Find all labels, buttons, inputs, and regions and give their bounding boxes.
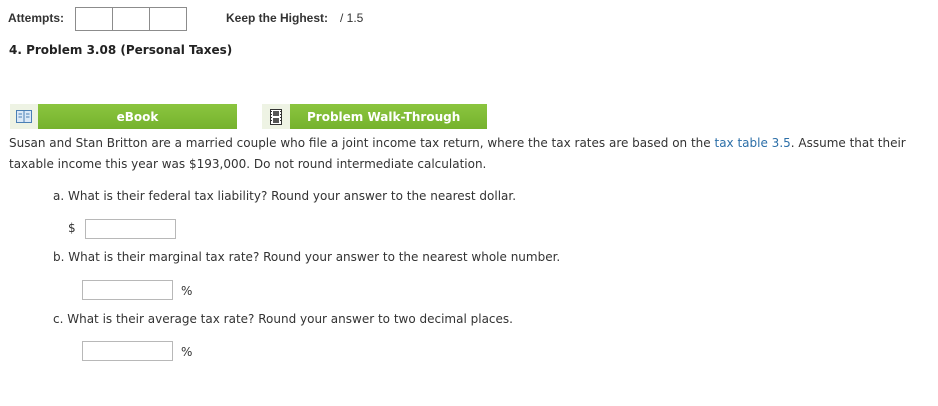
answer-b-input[interactable] <box>82 280 173 300</box>
attempt-box <box>149 7 187 31</box>
ebook-icon-button[interactable] <box>10 104 38 129</box>
tax-table-link[interactable]: tax table 3.5 <box>715 136 791 150</box>
dollar-prefix: $ <box>68 221 76 235</box>
attempt-box <box>112 7 150 31</box>
intro-text: Susan and Stan Britton are a married cou… <box>9 136 715 150</box>
problem-statement: Susan and Stan Britton are a married cou… <box>9 133 924 175</box>
film-icon <box>270 108 282 125</box>
question-b: b. What is their marginal tax rate? Roun… <box>53 250 561 264</box>
percent-suffix: % <box>181 284 193 298</box>
answer-a-input[interactable] <box>85 219 176 239</box>
walkthrough-button-label: Problem Walk-Through <box>307 109 461 124</box>
answer-c-input[interactable] <box>82 341 173 361</box>
book-icon <box>16 110 32 123</box>
attempt-box <box>75 7 113 31</box>
walkthrough-icon-button[interactable] <box>262 104 290 129</box>
walkthrough-button[interactable]: Problem Walk-Through <box>290 104 487 129</box>
question-c: c. What is their average tax rate? Round… <box>53 312 513 326</box>
ebook-button[interactable]: eBook <box>38 104 237 129</box>
score-value: / 1.5 <box>340 11 364 25</box>
attempt-indicator <box>75 7 187 31</box>
attempts-label: Attempts: <box>8 11 64 25</box>
question-a: a. What is their federal tax liability? … <box>53 189 517 203</box>
percent-suffix: % <box>181 345 193 359</box>
keep-highest-label: Keep the Highest: <box>226 11 329 25</box>
ebook-button-label: eBook <box>116 109 159 124</box>
problem-title: 4. Problem 3.08 (Personal Taxes) <box>9 43 233 57</box>
